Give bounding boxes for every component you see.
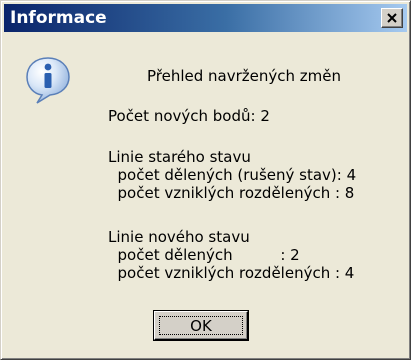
message-heading: Přehled navržených změn (147, 67, 342, 85)
new-points-count: Počet nových bodů: 2 (108, 107, 270, 125)
new-divided-count: počet dělených : 2 (108, 246, 300, 264)
close-icon (387, 13, 397, 23)
ok-button[interactable]: OK (154, 311, 248, 340)
close-button[interactable] (381, 8, 403, 28)
old-section-title: Linie starého stavu (108, 148, 251, 166)
ok-button-label: OK (159, 316, 243, 335)
info-icon (26, 57, 70, 104)
window-title: Informace (10, 8, 107, 28)
old-divided-count: počet dělených (rušený stav): 4 (108, 166, 357, 184)
title-bar[interactable]: Informace (4, 4, 407, 32)
dialog-window: Informace Přehled navržených změn Počet … (0, 0, 411, 360)
new-created-count: počet vzniklých rozdělených : 4 (108, 264, 355, 282)
old-created-count: počet vzniklých rozdělených : 8 (108, 184, 355, 202)
new-section-title: Linie nového stavu (108, 228, 250, 246)
